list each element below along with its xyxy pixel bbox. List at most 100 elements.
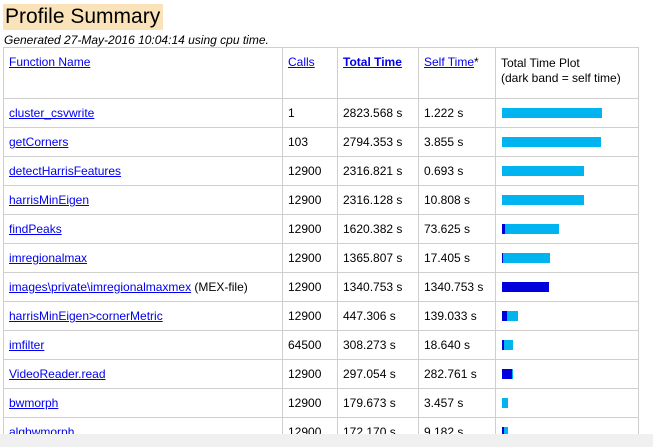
- function-link[interactable]: harrisMinEigen>cornerMetric: [9, 309, 163, 323]
- column-header-calls: Calls: [282, 47, 338, 99]
- table-row: imregionalmax 12900 1365.807 s 17.405 s: [3, 243, 639, 273]
- function-link[interactable]: getCorners: [9, 135, 68, 149]
- table-row: findPeaks 12900 1620.382 s 73.625 s: [3, 214, 639, 244]
- sort-by-self-time-link[interactable]: Self Time: [424, 55, 474, 69]
- self-time-cell: 1340.753 s: [418, 272, 496, 302]
- table-row: bwmorph 12900 179.673 s 3.457 s: [3, 388, 639, 418]
- function-name-cell: findPeaks: [3, 214, 283, 244]
- calls-cell: 12900: [282, 301, 338, 331]
- total-time-cell: 179.673 s: [337, 388, 419, 418]
- page-title: Profile Summary: [3, 4, 164, 30]
- time-plot-cell: [495, 330, 639, 360]
- total-time-bar: [502, 398, 508, 408]
- calls-cell: 12900: [282, 214, 338, 244]
- function-link[interactable]: VideoReader.read: [9, 367, 106, 381]
- table-body: cluster_csvwrite 1 2823.568 s 1.222 s getCor…: [3, 98, 639, 447]
- calls-cell: 64500: [282, 330, 338, 360]
- function-name-cell: getCorners: [3, 127, 283, 157]
- time-plot-cell: [495, 301, 639, 331]
- column-header-self-time: Self Time*: [418, 47, 496, 99]
- time-plot-cell: [495, 127, 639, 157]
- self-time-band: [502, 253, 503, 263]
- function-link[interactable]: bwmorph: [9, 396, 58, 410]
- total-time-cell: 447.306 s: [337, 301, 419, 331]
- total-time-bar: [502, 195, 584, 205]
- horizontal-scrollbar-area[interactable]: [0, 434, 653, 447]
- total-time-bar: [502, 253, 550, 263]
- column-header-total-time: Total Time: [337, 47, 419, 99]
- self-time-band: [502, 340, 504, 350]
- function-name-cell: bwmorph: [3, 388, 283, 418]
- plot-header-line1: Total Time Plot: [501, 56, 580, 70]
- sort-by-total-time-link[interactable]: Total Time: [343, 55, 402, 69]
- self-time-cell: 282.761 s: [418, 359, 496, 389]
- self-time-band: [502, 282, 549, 292]
- plot-header-line2: (dark band = self time): [501, 71, 621, 85]
- self-time-footnote-mark: *: [474, 55, 479, 69]
- function-name-cell: images\private\imregionalmaxmex (MEX-fil…: [3, 272, 283, 302]
- calls-cell: 12900: [282, 359, 338, 389]
- self-time-cell: 17.405 s: [418, 243, 496, 273]
- self-time-cell: 18.640 s: [418, 330, 496, 360]
- total-time-bar: [502, 282, 549, 292]
- time-plot-cell: [495, 98, 639, 128]
- self-time-band: [502, 311, 507, 321]
- table-row: images\private\imregionalmaxmex (MEX-fil…: [3, 272, 639, 302]
- function-name-cell: detectHarrisFeatures: [3, 156, 283, 186]
- total-time-cell: 308.273 s: [337, 330, 419, 360]
- self-time-cell: 3.855 s: [418, 127, 496, 157]
- calls-cell: 103: [282, 127, 338, 157]
- total-time-bar: [502, 137, 601, 147]
- time-plot-cell: [495, 156, 639, 186]
- self-time-band: [502, 369, 512, 379]
- function-link[interactable]: imregionalmax: [9, 251, 87, 265]
- profile-table-container: Function Name Calls Total Time Self Time…: [3, 47, 639, 447]
- function-link[interactable]: harrisMinEigen: [9, 193, 89, 207]
- function-name-cell: harrisMinEigen>cornerMetric: [3, 301, 283, 331]
- profile-table: Function Name Calls Total Time Self Time…: [3, 47, 639, 447]
- total-time-bar: [502, 166, 584, 176]
- table-row: imfilter 64500 308.273 s 18.640 s: [3, 330, 639, 360]
- table-row: cluster_csvwrite 1 2823.568 s 1.222 s: [3, 98, 639, 128]
- table-row: getCorners 103 2794.353 s 3.855 s: [3, 127, 639, 157]
- total-time-cell: 2316.821 s: [337, 156, 419, 186]
- sort-by-function-name-link[interactable]: Function Name: [9, 55, 90, 69]
- self-time-cell: 139.033 s: [418, 301, 496, 331]
- self-time-cell: 0.693 s: [418, 156, 496, 186]
- total-time-bar: [502, 340, 513, 350]
- function-link[interactable]: images\private\imregionalmaxmex: [9, 280, 191, 294]
- function-link[interactable]: imfilter: [9, 338, 44, 352]
- function-type-note: (MEX-file): [191, 280, 248, 294]
- time-plot-cell: [495, 388, 639, 418]
- self-time-cell: 10.808 s: [418, 185, 496, 215]
- calls-cell: 12900: [282, 156, 338, 186]
- total-time-cell: 2794.353 s: [337, 127, 419, 157]
- function-link[interactable]: findPeaks: [9, 222, 62, 236]
- calls-cell: 12900: [282, 272, 338, 302]
- function-name-cell: harrisMinEigen: [3, 185, 283, 215]
- calls-cell: 12900: [282, 388, 338, 418]
- table-row: harrisMinEigen 12900 2316.128 s 10.808 s: [3, 185, 639, 215]
- sort-by-calls-link[interactable]: Calls: [288, 55, 315, 69]
- total-time-cell: 297.054 s: [337, 359, 419, 389]
- total-time-cell: 1620.382 s: [337, 214, 419, 244]
- time-plot-cell: [495, 214, 639, 244]
- table-row: VideoReader.read 12900 297.054 s 282.761 s: [3, 359, 639, 389]
- column-header-function-name: Function Name: [3, 47, 283, 99]
- total-time-cell: 1365.807 s: [337, 243, 419, 273]
- table-row: harrisMinEigen>cornerMetric 12900 447.306 …: [3, 301, 639, 331]
- table-header-row: Function Name Calls Total Time Self Time…: [3, 47, 639, 99]
- time-plot-cell: [495, 359, 639, 389]
- time-plot-cell: [495, 272, 639, 302]
- total-time-bar: [502, 108, 602, 118]
- table-row: detectHarrisFeatures 12900 2316.821 s 0.693…: [3, 156, 639, 186]
- total-time-bar: [502, 311, 518, 321]
- self-time-cell: 1.222 s: [418, 98, 496, 128]
- function-link[interactable]: detectHarrisFeatures: [9, 164, 121, 178]
- function-name-cell: VideoReader.read: [3, 359, 283, 389]
- function-name-cell: imregionalmax: [3, 243, 283, 273]
- self-time-band: [502, 224, 505, 234]
- self-time-cell: 73.625 s: [418, 214, 496, 244]
- function-link[interactable]: cluster_csvwrite: [9, 106, 94, 120]
- generated-info: Generated 27-May-2016 10:04:14 using cpu…: [4, 33, 269, 47]
